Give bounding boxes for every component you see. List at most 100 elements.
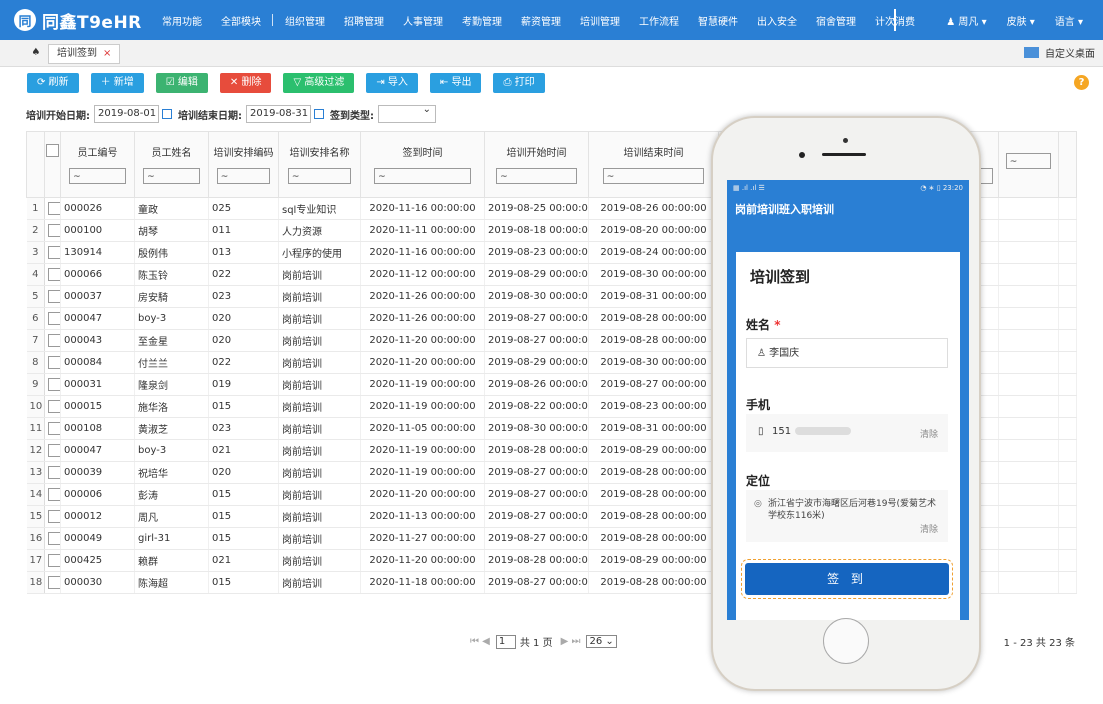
pager-next-last[interactable]: ▶ ⏭ — [561, 636, 581, 647]
column-filter-input[interactable]: ~ — [287, 168, 352, 184]
table-cell — [1058, 527, 1077, 550]
row-checkbox[interactable] — [48, 422, 60, 435]
clear-phone-button[interactable]: 清除 — [920, 427, 938, 440]
export-button[interactable]: ⇤ 导出 — [429, 73, 482, 93]
row-checkbox[interactable] — [48, 268, 60, 281]
name-input[interactable]: ♙ 李国庆 — [746, 338, 948, 368]
table-cell: 付兰兰 — [134, 351, 209, 374]
row-checkbox[interactable] — [48, 532, 60, 545]
column-filter-input[interactable]: ~ — [496, 168, 577, 184]
table-cell: 015 — [208, 395, 279, 418]
start-date-input[interactable]: 2019-08-01 — [94, 105, 159, 123]
edit-button[interactable]: ☑ 编辑 — [155, 73, 208, 93]
top-menu-item[interactable]: 薪资管理 — [521, 13, 561, 28]
advanced-filter-button[interactable]: ▽ 高级过滤 — [283, 73, 355, 93]
signin-type-select[interactable] — [378, 104, 436, 123]
row-checkbox[interactable] — [48, 554, 60, 567]
table-cell: 2019-08-26 00:00:00 — [484, 373, 589, 396]
table-cell: 000047 — [60, 439, 135, 462]
pager-first-prev[interactable]: ⏮ ◀ — [470, 636, 490, 647]
row-checkbox[interactable] — [48, 466, 60, 479]
table-cell: 2019-08-29 00:00:00 — [588, 549, 719, 572]
top-menu-item[interactable]: 全部模块 — [221, 13, 261, 28]
row-checkbox-cell — [44, 285, 61, 308]
language-menu[interactable]: 语言 ▾ — [1055, 13, 1083, 28]
phone-number: 151 — [772, 426, 792, 437]
row-checkbox[interactable] — [48, 576, 60, 589]
column-filter-input[interactable]: ~ — [69, 168, 126, 184]
location-field[interactable]: ◎ 浙江省宁波市海曙区后河巷19号(爱菊艺术学校东116米) 清除 — [746, 490, 948, 542]
page-size-select[interactable]: 26 ⌄ — [586, 635, 617, 648]
top-menu-item[interactable]: 出入安全 — [757, 13, 797, 28]
row-checkbox[interactable] — [48, 202, 60, 215]
table-cell — [1058, 461, 1077, 484]
row-checkbox-cell — [44, 329, 61, 352]
column-filter-input[interactable]: ~ — [1005, 153, 1052, 169]
row-checkbox-cell — [44, 439, 61, 462]
row-checkbox[interactable] — [48, 312, 60, 325]
table-cell — [998, 197, 1059, 220]
column-header: 培训安排编码 ~ — [208, 131, 279, 198]
page-number-input[interactable]: 1 — [495, 634, 516, 649]
clear-location-button[interactable]: 清除 — [920, 524, 938, 536]
top-menu-item[interactable]: 招聘管理 — [344, 13, 384, 28]
mobile-icon: ▯ — [758, 426, 764, 437]
table-cell: boy-3 — [134, 439, 209, 462]
calendar-icon[interactable] — [162, 109, 172, 119]
row-checkbox[interactable] — [48, 334, 60, 347]
top-menu-item[interactable]: 智慧硬件 — [698, 13, 738, 28]
table-cell — [1058, 329, 1077, 352]
masked-number — [795, 427, 852, 435]
calendar-icon[interactable] — [314, 109, 324, 119]
table-cell: 2020-11-20 00:00:00 — [360, 549, 485, 572]
table-cell: 019 — [208, 373, 279, 396]
row-checkbox[interactable] — [48, 510, 60, 523]
row-number: 1 — [26, 197, 45, 220]
row-checkbox[interactable] — [48, 290, 60, 303]
column-filter-input[interactable]: ~ — [374, 168, 471, 184]
home-icon[interactable]: ♠ — [28, 45, 44, 61]
row-checkbox[interactable] — [48, 378, 60, 391]
delete-button[interactable]: ✕ 删除 — [219, 73, 272, 93]
row-checkbox[interactable] — [48, 444, 60, 457]
table-cell — [1058, 241, 1077, 264]
close-icon[interactable]: × — [103, 45, 111, 63]
table-cell: 022 — [208, 263, 279, 286]
row-checkbox[interactable] — [48, 356, 60, 369]
table-cell: 000084 — [60, 351, 135, 374]
top-menu-item[interactable]: 宿舍管理 — [816, 13, 856, 28]
top-menu-item[interactable]: 工作流程 — [639, 13, 679, 28]
tab-training-signin[interactable]: 培训签到 × — [48, 44, 121, 64]
end-date-input[interactable]: 2019-08-31 — [246, 105, 311, 123]
row-checkbox-cell — [44, 241, 61, 264]
column-header: 员工姓名 ~ — [134, 131, 209, 198]
custom-desktop-button[interactable]: 自定义桌面 — [1024, 45, 1095, 60]
top-menu-item[interactable]: 组织管理 — [285, 13, 325, 28]
column-filter-input[interactable]: ~ — [216, 168, 271, 184]
row-checkbox[interactable] — [48, 488, 60, 501]
help-icon[interactable]: ? — [1074, 75, 1089, 90]
sign-in-button[interactable]: 签 到 — [741, 559, 953, 599]
row-number: 18 — [26, 571, 45, 594]
row-checkbox-cell — [44, 197, 61, 220]
table-cell: 000006 — [60, 483, 135, 506]
brand-logo[interactable]: 同 同鑫T9eHR — [14, 8, 144, 33]
import-button[interactable]: ⇥ 导入 — [366, 73, 418, 93]
top-menu-item[interactable]: 人事管理 — [403, 13, 443, 28]
phone-input[interactable]: ▯ 151 清除 — [746, 414, 948, 452]
row-checkbox[interactable] — [48, 246, 60, 259]
row-checkbox[interactable] — [48, 224, 60, 237]
row-checkbox[interactable] — [48, 400, 60, 413]
top-menu-item[interactable]: 常用功能 — [162, 13, 202, 28]
column-filter-input[interactable]: ~ — [143, 168, 200, 184]
top-menu-item[interactable]: 考勤管理 — [462, 13, 502, 28]
column-filter-input[interactable]: ~ — [602, 168, 705, 184]
table-cell — [998, 351, 1059, 374]
top-menu-item[interactable]: 培训管理 — [580, 13, 620, 28]
skin-menu[interactable]: 皮肤 ▾ — [1007, 13, 1035, 28]
user-menu[interactable]: ♟ 周凡 ▾ — [946, 13, 986, 28]
add-button[interactable]: ＋ 新增 — [90, 73, 144, 93]
refresh-button[interactable]: ⟳ 刷新 — [27, 73, 79, 93]
print-button[interactable]: ⎙ 打印 — [493, 73, 545, 93]
select-all-checkbox[interactable] — [46, 144, 59, 157]
